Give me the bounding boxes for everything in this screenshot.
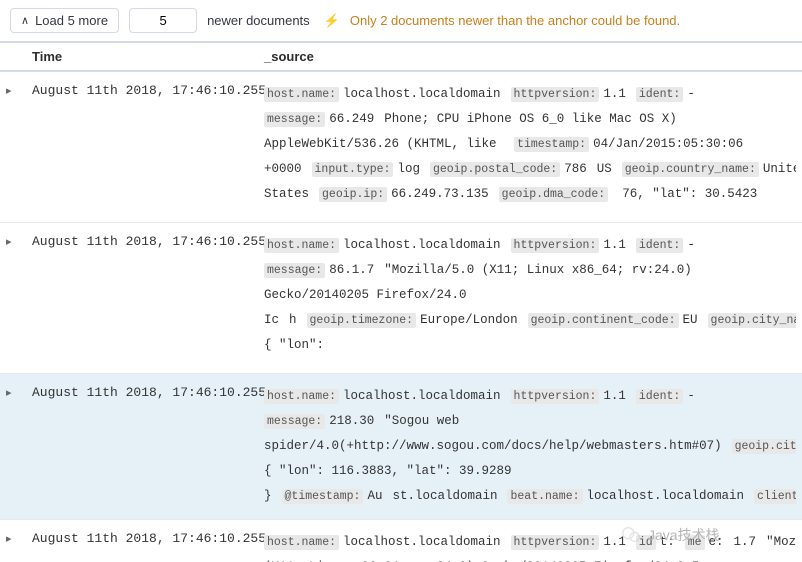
field-value: 66.249.73.135 — [391, 187, 489, 201]
field-key[interactable]: beat.name: — [507, 489, 582, 504]
table-row[interactable]: ▸August 11th 2018, 17:46:10.255host.name… — [0, 520, 802, 562]
expand-caret-icon[interactable]: ▸ — [6, 85, 12, 97]
cell-time: August 11th 2018, 17:46:10.255 — [26, 374, 258, 520]
field-key[interactable]: geoip.postal_code: — [430, 162, 560, 177]
table-row[interactable]: ▸August 11th 2018, 17:46:10.255host.name… — [0, 374, 802, 520]
field-key[interactable]: httpversion: — [511, 87, 600, 102]
field-key[interactable]: geoip.timezone: — [307, 313, 417, 328]
surrounding-docs-bar: ∧ Load 5 more newer documents ⚡ Only 2 d… — [0, 0, 802, 41]
field-value: 66.249 — [329, 112, 374, 126]
field-value: 1.1 — [603, 87, 626, 101]
chevron-up-icon: ∧ — [21, 14, 29, 27]
cell-time: August 11th 2018, 17:46:10.255 — [26, 71, 258, 223]
field-value: 1.1 — [603, 389, 626, 403]
cell-source: host.name: localhost.localdomain httpversi… — [258, 223, 802, 374]
field-key[interactable]: ident: — [636, 238, 683, 253]
field-key[interactable]: id — [636, 535, 656, 550]
field-value: Europe/London — [420, 313, 518, 327]
field-key[interactable]: message: — [264, 414, 325, 429]
field-key[interactable]: geoip.country_name: — [622, 162, 759, 177]
table-row[interactable]: ▸August 11th 2018, 17:46:10.255host.name… — [0, 223, 802, 374]
field-value: EU — [683, 313, 698, 327]
expand-caret-icon[interactable]: ▸ — [6, 387, 12, 399]
field-key[interactable]: timestamp: — [514, 137, 589, 152]
field-value: - — [687, 389, 695, 403]
cell-time: August 11th 2018, 17:46:10.255 — [26, 520, 258, 562]
field-value: - — [687, 238, 695, 252]
field-value: { "lon": -0.14 — [264, 338, 324, 363]
field-value: 86.1.7 — [329, 263, 374, 277]
cell-source: host.name: localhost.localdomain httpversi… — [258, 71, 802, 223]
field-key[interactable]: geoip.ip: — [319, 187, 387, 202]
field-key[interactable]: host.name: — [264, 87, 339, 102]
field-key[interactable]: geoip.dma_code: — [499, 187, 609, 202]
anchor-warning: Only 2 documents newer than the anchor c… — [350, 13, 680, 28]
column-source[interactable]: _source — [258, 42, 802, 71]
field-value: e: — [709, 535, 724, 549]
table-row[interactable]: ▸August 11th 2018, 17:46:10.255host.name… — [0, 71, 802, 223]
field-value: 1.7 — [734, 535, 757, 549]
cell-source: host.name: localhost.localdomain httpversi… — [258, 374, 802, 520]
field-key[interactable]: httpversion: — [511, 535, 600, 550]
field-value: h — [289, 313, 297, 327]
field-value: localhost.localdomain — [587, 489, 745, 503]
field-key[interactable]: @timestamp: — [282, 489, 364, 504]
bolt-icon: ⚡ — [324, 13, 340, 29]
field-key[interactable]: host.name: — [264, 535, 339, 550]
field-value: log — [397, 162, 420, 176]
field-value: localhost.localdomain — [343, 87, 501, 101]
field-value: st.localdomain — [392, 489, 497, 503]
field-key[interactable]: geoip.continent_code: — [528, 313, 679, 328]
expand-caret-icon[interactable]: ▸ — [6, 533, 12, 545]
field-value: 1.1 — [603, 535, 626, 549]
field-key[interactable]: clientip: — [754, 489, 796, 504]
field-value: 1.1 — [603, 238, 626, 252]
field-value: - — [687, 87, 695, 101]
load-count-input[interactable] — [129, 8, 197, 33]
field-key[interactable]: geoip.city_name: — [732, 439, 796, 454]
expand-caret-icon[interactable]: ▸ — [6, 236, 12, 248]
field-value: 786 — [564, 162, 587, 176]
field-key[interactable]: ident: — [636, 389, 683, 404]
field-key[interactable]: host.name: — [264, 389, 339, 404]
column-time[interactable]: Time — [26, 42, 258, 71]
field-key[interactable]: host.name: — [264, 238, 339, 253]
column-expand — [0, 42, 26, 71]
field-value: localhost.localdomain — [343, 389, 501, 403]
field-value: localhost.localdomain — [343, 238, 501, 252]
cell-source: host.name: localhost.localdomain httpversi… — [258, 520, 802, 562]
field-key[interactable]: httpversion: — [511, 238, 600, 253]
load-more-label: Load 5 more — [35, 13, 108, 28]
newer-docs-label: newer documents — [207, 13, 310, 28]
field-key[interactable]: message: — [264, 112, 325, 127]
table-header-row: Time _source — [0, 42, 802, 71]
field-value: localhost.localdomain — [343, 535, 501, 549]
field-key[interactable]: input.type: — [312, 162, 394, 177]
field-key[interactable]: httpversion: — [511, 389, 600, 404]
field-value: Au — [367, 489, 382, 503]
field-key[interactable]: message: — [264, 263, 325, 278]
cell-time: August 11th 2018, 17:46:10.255 — [26, 223, 258, 374]
field-value: US — [597, 162, 612, 176]
load-more-button[interactable]: ∧ Load 5 more — [10, 8, 119, 33]
field-value: t: — [660, 535, 675, 549]
field-key[interactable]: me — [685, 535, 705, 550]
field-key[interactable]: geoip.city_name: — [708, 313, 796, 328]
field-value: 218.30 — [329, 414, 374, 428]
field-key[interactable]: ident: — [636, 87, 683, 102]
documents-table: Time _source ▸ August 11th 2018, 17:46:10… — [0, 41, 802, 562]
